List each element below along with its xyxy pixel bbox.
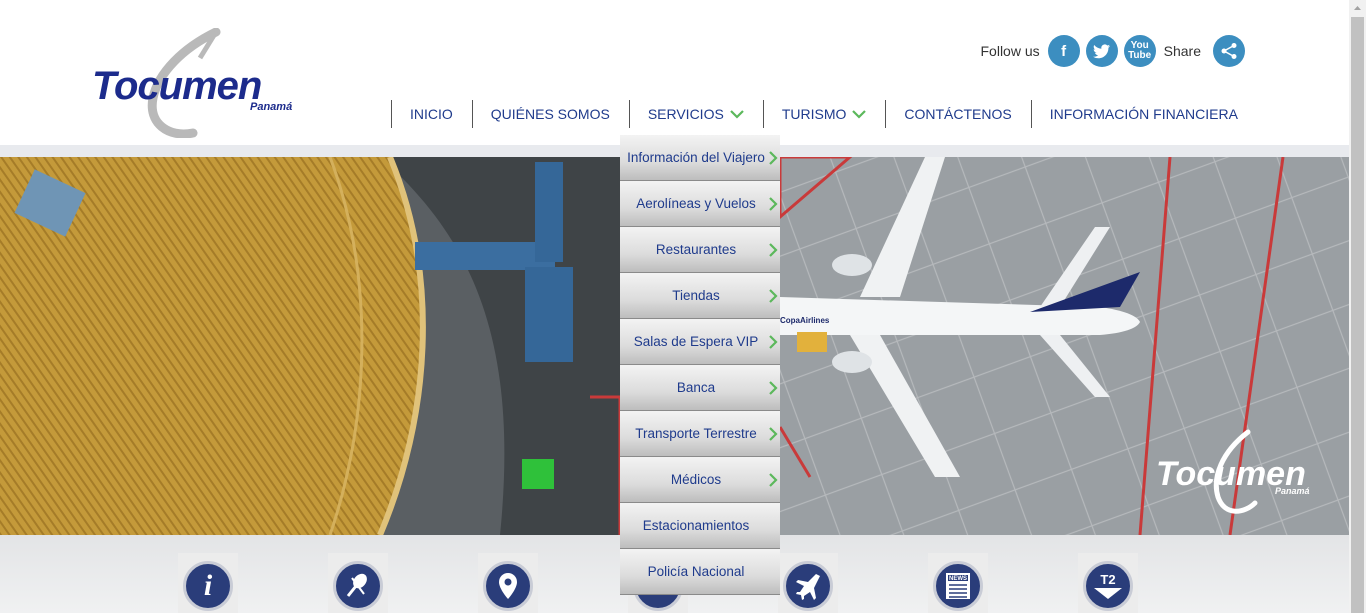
site-header: Tocumen Panamá Follow us f You Tube Share… xyxy=(0,0,1349,145)
menu-item-banca[interactable]: Banca xyxy=(620,365,780,411)
nav-informacion-financiera[interactable]: INFORMACIÓN FINANCIERA xyxy=(1030,100,1257,128)
menu-item-label: Banca xyxy=(676,380,716,395)
nav-label: TURISMO xyxy=(781,106,847,122)
nav-servicios[interactable]: SERVICIOS xyxy=(628,100,763,128)
location-pin-icon xyxy=(483,561,533,611)
quick-link-news[interactable]: NEWS xyxy=(928,553,988,613)
servicios-dropdown-menu: Información del Viajero Aerolíneas y Vue… xyxy=(620,135,780,595)
social-bar: Follow us f You Tube Share xyxy=(980,35,1245,67)
chevron-right-icon xyxy=(769,473,778,487)
menu-item-medicos[interactable]: Médicos xyxy=(620,457,780,503)
quick-link-restaurants[interactable] xyxy=(328,553,388,613)
quick-link-location[interactable] xyxy=(478,553,538,613)
nav-quienes-somos[interactable]: QUIÉNES SOMOS xyxy=(471,100,629,128)
share-label: Share xyxy=(1163,43,1201,59)
facebook-icon[interactable]: f xyxy=(1047,35,1080,67)
airplane-icon xyxy=(783,561,833,611)
menu-item-label: Médicos xyxy=(670,472,722,487)
menu-item-label: Aerolíneas y Vuelos xyxy=(636,196,756,211)
main-nav: INICIO QUIÉNES SOMOS SERVICIOS TURISMO C… xyxy=(391,100,1257,128)
logo-subtitle: Panamá xyxy=(250,101,293,113)
chevron-right-icon xyxy=(769,381,778,395)
news-icon: NEWS xyxy=(933,561,983,611)
menu-item-policia-nacional[interactable]: Policía Nacional xyxy=(620,549,780,595)
chevron-right-icon xyxy=(769,427,778,441)
quick-link-flights[interactable] xyxy=(778,553,838,613)
menu-item-label: Transporte Terrestre xyxy=(635,426,757,441)
page: Tocumen Panamá Follow us f You Tube Share… xyxy=(0,0,1366,613)
menu-item-label: Información del Viajero xyxy=(627,150,765,165)
info-icon: i xyxy=(183,561,233,611)
menu-item-tiendas[interactable]: Tiendas xyxy=(620,273,780,319)
nav-label: QUIÉNES SOMOS xyxy=(490,106,610,122)
chevron-right-icon xyxy=(769,289,778,303)
aircraft-livery-text: CopaAirlines xyxy=(780,316,830,325)
menu-item-restaurantes[interactable]: Restaurantes xyxy=(620,227,780,273)
nav-label: CONTÁCTENOS xyxy=(904,106,1012,122)
nav-turismo[interactable]: TURISMO xyxy=(762,100,886,128)
menu-item-aerolineas-y-vuelos[interactable]: Aerolíneas y Vuelos xyxy=(620,181,780,227)
scroll-up-arrow-icon[interactable] xyxy=(1349,0,1366,17)
menu-item-label: Salas de Espera VIP xyxy=(633,334,759,349)
page-scrollbar[interactable] xyxy=(1349,0,1366,613)
nav-label: INICIO xyxy=(410,106,453,122)
tocumen-logo[interactable]: Tocumen Panamá xyxy=(88,28,313,138)
quick-link-terminal-2[interactable]: T2 xyxy=(1078,553,1138,613)
youtube-icon[interactable]: You Tube xyxy=(1123,35,1156,67)
quick-link-info[interactable]: i xyxy=(178,553,238,613)
terminal-badge: T2 xyxy=(1100,572,1115,587)
menu-item-salas-de-espera-vip[interactable]: Salas de Espera VIP xyxy=(620,319,780,365)
follow-us-label: Follow us xyxy=(980,43,1040,59)
nav-contactenos[interactable]: CONTÁCTENOS xyxy=(885,100,1030,128)
menu-item-label: Restaurantes xyxy=(655,242,737,257)
chevron-down-icon xyxy=(852,110,867,119)
menu-item-label: Estacionamientos xyxy=(642,518,750,533)
menu-item-label: Tiendas xyxy=(672,288,720,303)
nav-label: SERVICIOS xyxy=(647,106,724,122)
chevron-down-icon xyxy=(730,110,744,119)
share-icon[interactable] xyxy=(1213,35,1245,67)
chevron-right-icon xyxy=(769,151,778,165)
logo-wordmark: Tocumen xyxy=(92,64,262,108)
terminal-2-icon: T2 xyxy=(1083,561,1133,611)
chevron-right-icon xyxy=(769,197,778,211)
menu-item-informacion-del-viajero[interactable]: Información del Viajero xyxy=(620,135,780,181)
restaurant-icon xyxy=(333,561,383,611)
news-badge: NEWS xyxy=(949,576,967,582)
menu-item-estacionamientos[interactable]: Estacionamientos xyxy=(620,503,780,549)
menu-item-label: Policía Nacional xyxy=(647,564,745,579)
menu-item-transporte-terrestre[interactable]: Transporte Terrestre xyxy=(620,411,780,457)
nav-label: INFORMACIÓN FINANCIERA xyxy=(1049,106,1238,122)
chevron-right-icon xyxy=(769,243,778,257)
twitter-icon[interactable] xyxy=(1085,35,1118,67)
chevron-right-icon xyxy=(769,335,778,349)
scrollbar-thumb[interactable] xyxy=(1351,17,1364,613)
hero-watermark-sub: Panamá xyxy=(1275,486,1310,496)
nav-inicio[interactable]: INICIO xyxy=(391,100,472,128)
